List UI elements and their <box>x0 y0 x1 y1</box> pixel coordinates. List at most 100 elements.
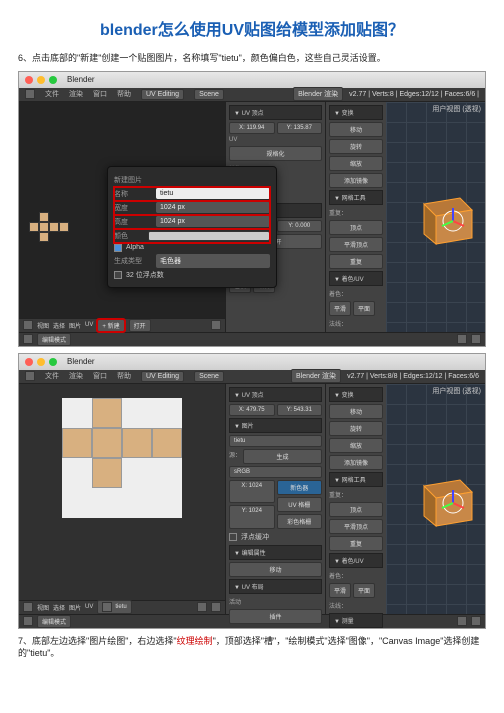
flat-btn[interactable]: 重复 <box>329 536 383 551</box>
menu-help[interactable]: 帮助 <box>117 89 131 99</box>
translate-btn[interactable]: 移动 <box>329 404 383 419</box>
info-icon[interactable] <box>25 89 35 99</box>
3d-viewport[interactable]: 用户视图 (透视) <box>386 102 485 332</box>
mirror-btn[interactable]: 添加镜像 <box>329 173 383 188</box>
layers-icon[interactable] <box>471 616 481 626</box>
3d-viewport-2[interactable]: 用户视图 (透视) <box>386 384 485 614</box>
edit-props-header[interactable]: ▼ 编辑属性 <box>229 545 322 560</box>
uv-y[interactable]: Y: 543.31 <box>277 404 323 416</box>
mode-select[interactable]: 编辑模式 <box>37 333 71 346</box>
axis-gizmo-icon[interactable] <box>438 206 468 238</box>
dropdown-gentype[interactable]: 毛色器 <box>156 254 270 268</box>
uv-vertex-header[interactable]: ▼ UV 顶点 <box>229 387 322 402</box>
layout-dropdown[interactable]: UV Editing <box>141 371 184 382</box>
color-swatch[interactable] <box>148 231 270 241</box>
uvmap-y[interactable]: Y: 0.000 <box>277 220 323 232</box>
menu-render[interactable]: 渲染 <box>69 371 83 381</box>
move-btn[interactable]: 移动 <box>229 562 322 577</box>
vertex-btn[interactable]: 顶点 <box>329 220 383 235</box>
scale-btn[interactable]: 缩放 <box>329 438 383 453</box>
img-y[interactable]: Y: 1024 <box>229 505 275 529</box>
layers-icon[interactable] <box>471 334 481 344</box>
colorspace[interactable]: sRGB <box>229 466 322 478</box>
info-icon[interactable] <box>25 371 35 381</box>
pin-icon[interactable] <box>197 602 207 612</box>
menu-select[interactable]: 选择 <box>53 603 65 612</box>
shade-flat[interactable]: 平面 <box>353 583 375 598</box>
scene-dropdown[interactable]: Scene <box>194 89 224 100</box>
newcolor-btn[interactable]: 新色器 <box>277 480 323 495</box>
uv-editor-viewport-2[interactable] <box>19 384 225 600</box>
menu-uvs[interactable]: UV <box>85 322 93 328</box>
shade-flat[interactable]: 平面 <box>353 301 375 316</box>
mirror-btn[interactable]: 添加镜像 <box>329 455 383 470</box>
addon-btn[interactable]: 插件 <box>229 609 322 624</box>
zoom-icon[interactable] <box>49 76 57 84</box>
shading-header[interactable]: ▼ 着色/UV <box>329 553 383 568</box>
src-field[interactable]: 生成 <box>243 449 322 464</box>
shade-smooth[interactable]: 平滑 <box>329 301 351 316</box>
input-width[interactable]: 1024 px <box>156 202 270 213</box>
uv-vertex-header[interactable]: ▼ UV 顶点 <box>229 105 322 120</box>
transform-header[interactable]: ▼ 变换 <box>329 105 383 120</box>
transform-header[interactable]: ▼ 变换 <box>329 387 383 402</box>
uv-x-value[interactable]: X: 119.94 <box>229 122 275 134</box>
uv-y-value[interactable]: Y: 135.87 <box>277 122 323 134</box>
floatbuf-check[interactable]: 浮点缓冲 <box>229 531 322 543</box>
menu-render[interactable]: 渲染 <box>69 89 83 99</box>
menu-window[interactable]: 窗口 <box>93 371 107 381</box>
menu-file[interactable]: 文件 <box>45 89 59 99</box>
image-name[interactable]: tietu <box>229 435 322 447</box>
expand-icon[interactable] <box>211 602 221 612</box>
rotate-btn[interactable]: 旋转 <box>329 421 383 436</box>
minimize-icon[interactable] <box>37 76 45 84</box>
uv-editor-viewport[interactable]: 新建图片 名称 tietu 宽度 1024 px 高度 1024 px <box>19 102 225 318</box>
menu-file[interactable]: 文件 <box>45 371 59 381</box>
menu-view[interactable]: 视图 <box>37 321 49 330</box>
measure-header[interactable]: ▼ 测量 <box>329 613 383 628</box>
menu-window[interactable]: 窗口 <box>93 89 107 99</box>
meshtools-header[interactable]: ▼ 网格工具 <box>329 190 383 205</box>
image-dropdown[interactable]: tietu <box>97 600 131 614</box>
snap-icon[interactable] <box>457 334 467 344</box>
scale-btn[interactable]: 缩放 <box>329 156 383 171</box>
shade-smooth[interactable]: 平滑 <box>329 583 351 598</box>
editor-type-3d-icon[interactable] <box>23 616 33 626</box>
smooth-vertex-btn[interactable]: 平滑顶点 <box>329 237 383 252</box>
smooth-vertex-btn[interactable]: 平滑顶点 <box>329 519 383 534</box>
uvgrid-btn[interactable]: UV 格栅 <box>277 497 323 512</box>
minimize-icon[interactable] <box>37 358 45 366</box>
editor-type-3d-icon[interactable] <box>23 334 33 344</box>
menu-help[interactable]: 帮助 <box>117 371 131 381</box>
shading-header[interactable]: ▼ 着色/UV <box>329 271 383 286</box>
img-x[interactable]: X: 1024 <box>229 480 275 504</box>
input-height[interactable]: 1024 px <box>156 216 270 227</box>
scene-dropdown[interactable]: Scene <box>194 371 224 382</box>
zoom-icon[interactable] <box>49 358 57 366</box>
menu-select[interactable]: 选择 <box>53 321 65 330</box>
menu-view[interactable]: 视图 <box>37 603 49 612</box>
vertex-btn[interactable]: 顶点 <box>329 502 383 517</box>
snap-icon[interactable] <box>457 616 467 626</box>
layout-dropdown[interactable]: UV Editing <box>141 89 184 100</box>
mode-select[interactable]: 编辑模式 <box>37 615 71 628</box>
axis-gizmo-icon[interactable] <box>438 488 468 520</box>
close-icon[interactable] <box>25 358 33 366</box>
meshtools-header[interactable]: ▼ 网格工具 <box>329 472 383 487</box>
colorgrid-btn[interactable]: 彩色格栅 <box>277 514 323 529</box>
checkbox-float[interactable]: 32 位浮点数 <box>114 269 270 281</box>
open-image-button[interactable]: 打开 <box>129 319 151 332</box>
flat-btn[interactable]: 重复 <box>329 254 383 269</box>
new-image-button[interactable]: + 新建 <box>97 319 124 332</box>
render-engine-dropdown[interactable]: Blender 渲染 <box>291 369 341 383</box>
editor-type-icon[interactable] <box>23 320 33 330</box>
menu-uvs[interactable]: UV <box>85 604 93 610</box>
rotate-btn[interactable]: 旋转 <box>329 139 383 154</box>
editor-type-icon[interactable] <box>23 602 33 612</box>
translate-btn[interactable]: 移动 <box>329 122 383 137</box>
normalize-button[interactable]: 规格化 <box>229 146 322 161</box>
uv-x[interactable]: X: 479.75 <box>229 404 275 416</box>
image-header[interactable]: ▼ 图片 <box>229 418 322 433</box>
render-engine-dropdown[interactable]: Blender 渲染 <box>293 87 343 101</box>
menu-image[interactable]: 图片 <box>69 603 81 612</box>
